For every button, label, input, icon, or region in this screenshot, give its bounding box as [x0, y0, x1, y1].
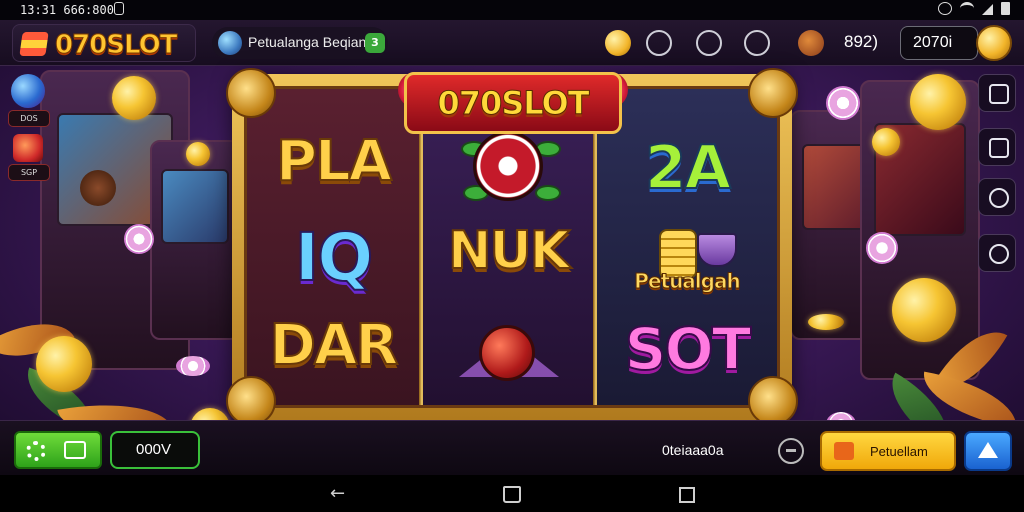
- reel-symbol: SOT: [624, 314, 753, 384]
- reel-3: 2A Petualgah SOT: [597, 89, 777, 405]
- status-time: 13:31 666:800: [20, 3, 114, 17]
- winnings-label: 0teiaaa0a: [662, 442, 724, 458]
- alarm-icon: [938, 2, 952, 15]
- slot-logo-icon: [19, 32, 49, 56]
- back-icon[interactable]: ←: [330, 485, 348, 503]
- flying-coin: [808, 314, 844, 330]
- chest-count: 892): [844, 32, 879, 51]
- coin-icon[interactable]: [605, 30, 631, 56]
- signal-icon: [982, 2, 993, 15]
- add-coins-icon[interactable]: [976, 25, 1012, 61]
- reel-1: PLA IQ DAR: [247, 89, 419, 405]
- adventure-button[interactable]: Petualanga Beqian 3: [212, 27, 388, 59]
- gift-box-icon: [13, 134, 43, 162]
- location-icon[interactable]: [978, 178, 1016, 216]
- gift-icon[interactable]: [646, 30, 672, 56]
- reel-label: Petualgah: [634, 269, 741, 294]
- settings-button[interactable]: [14, 431, 102, 469]
- reel-symbol: PLA: [275, 128, 393, 195]
- side-button-sgp[interactable]: SGP: [8, 134, 50, 181]
- top-bar: 070SLOT Petualanga Beqian 3 892) 2070i: [0, 20, 1024, 66]
- bottom-bar: 000V 0teiaaa0a Petuellam: [0, 420, 1024, 475]
- system-icons: [938, 2, 1010, 15]
- trophy-icon[interactable]: [696, 30, 722, 56]
- frame-ornament: [748, 376, 798, 426]
- cup-symbol: [697, 233, 737, 267]
- spin-label: Petuellam: [870, 444, 928, 459]
- frame-ornament: [748, 68, 798, 118]
- reel-symbol: IQ: [294, 218, 375, 297]
- bet-amount[interactable]: 000V: [110, 431, 200, 469]
- flying-coin: [892, 278, 956, 342]
- reel-area: PLA IQ DAR NUK 2A Petualgah SOT: [244, 86, 780, 408]
- adventure-label: Petualanga Beqian: [248, 34, 367, 50]
- reel-2: NUK: [423, 89, 593, 405]
- reel-symbol: NUK: [447, 220, 571, 282]
- flying-coin: [186, 142, 210, 166]
- frame-ornament: [226, 68, 276, 118]
- spin-button[interactable]: Petuellam: [820, 431, 956, 471]
- poker-chip: [826, 86, 860, 120]
- side-tag-sgp: SGP: [8, 164, 50, 181]
- fullscreen-icon[interactable]: [978, 128, 1016, 166]
- flying-coin: [112, 76, 156, 120]
- battery-icon: [1001, 2, 1010, 15]
- planet-icon: [11, 74, 45, 108]
- poker-chip: [866, 232, 898, 264]
- poker-chip: [176, 356, 210, 376]
- globe-icon: [218, 31, 242, 55]
- home-icon[interactable]: [503, 486, 521, 503]
- wifi-icon: [960, 2, 974, 15]
- recents-icon[interactable]: [679, 487, 695, 503]
- logo-text: 070SLOT: [54, 30, 177, 61]
- notification-icon: [114, 2, 124, 15]
- bell-icon[interactable]: [744, 30, 770, 56]
- settings-side-icon[interactable]: [978, 234, 1016, 272]
- flying-coin: [36, 336, 92, 392]
- treasure-chest-icon[interactable]: [798, 30, 824, 56]
- potion-symbol: [479, 325, 535, 381]
- system-status-bar: 13:31 666:800: [0, 0, 1024, 20]
- frame-ornament: [226, 376, 276, 426]
- chip-symbol: [473, 131, 543, 201]
- game-logo[interactable]: 070SLOT: [12, 24, 196, 62]
- reel-symbol: 2A: [644, 132, 732, 204]
- chocolate-chip: [80, 170, 116, 206]
- cash-icon: [64, 441, 86, 459]
- gear-icon: [26, 441, 46, 461]
- leaf-symbol-part: [535, 185, 561, 201]
- flying-coin: [872, 128, 900, 156]
- poker-chip: [124, 224, 154, 254]
- autoplay-button[interactable]: [964, 431, 1012, 471]
- reel-symbol: DAR: [269, 312, 400, 379]
- minus-button[interactable]: [778, 438, 804, 464]
- coin-balance[interactable]: 2070i: [900, 26, 978, 60]
- arcade-machine-left-back: [150, 140, 240, 340]
- chest-icon: [834, 442, 854, 460]
- side-tag-dos: DOS: [8, 110, 50, 127]
- adventure-badge: 3: [365, 33, 385, 53]
- flying-coin: [910, 74, 966, 130]
- slot-banner: 070SLOT: [404, 72, 622, 134]
- side-button-dos[interactable]: DOS: [8, 74, 50, 127]
- banner-title: 070SLOT: [437, 84, 590, 123]
- home-side-icon[interactable]: [978, 74, 1016, 112]
- navigation-bar: ←: [0, 475, 1024, 512]
